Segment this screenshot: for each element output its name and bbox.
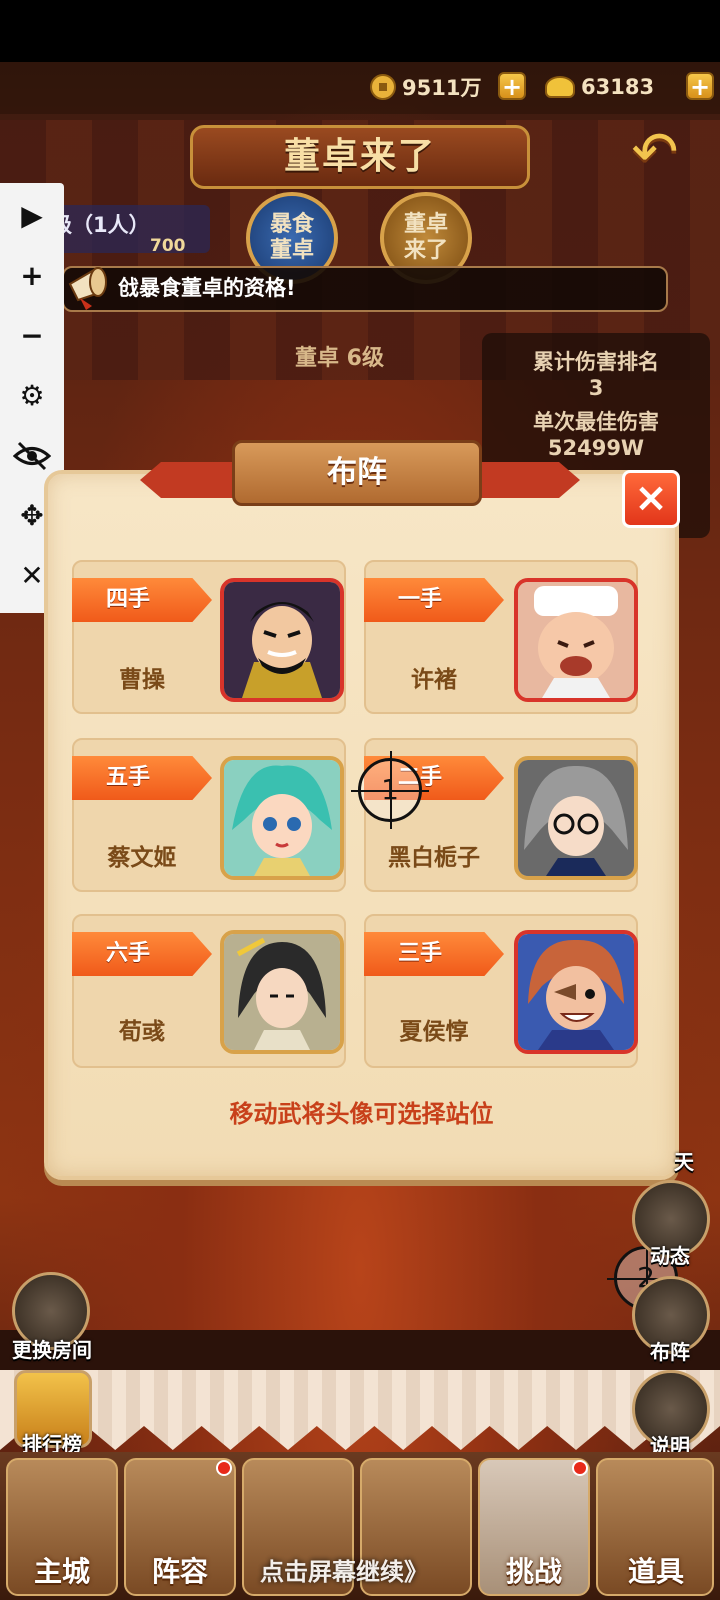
hero-portrait-caocao[interactable] [220, 578, 344, 702]
cumulative-damage-rank: 3 [588, 376, 604, 400]
change-room-label: 更换房间 [12, 1338, 92, 1362]
zoom-in-icon[interactable]: + [0, 246, 64, 306]
room-gold-amount: 700 [150, 236, 186, 256]
order-tag: 五手 [72, 756, 212, 800]
horn-icon [68, 267, 107, 310]
hero-name: 黑白栀子 [388, 845, 480, 871]
hero-portrait-xunyu[interactable] [220, 930, 344, 1054]
back-arrow-icon[interactable]: ↶ [620, 125, 690, 185]
hero-portrait-caiwenji[interactable] [220, 756, 344, 880]
gold-ingot-icon [545, 76, 575, 98]
coin-amount: 9511万 [402, 76, 482, 100]
nav-label: 道具 [627, 1555, 684, 1588]
coin-icon [370, 74, 396, 100]
settings-gear-icon[interactable]: ⚙ [0, 366, 64, 426]
dialog-title: 布阵 [327, 455, 387, 490]
boss-level: 董卓 6级 [295, 346, 384, 371]
add-coins-button[interactable]: + [498, 72, 526, 100]
hero-portrait-xuchu[interactable] [514, 578, 638, 702]
ingot-balance: 63183 [545, 72, 654, 102]
zoom-out-icon[interactable]: − [0, 306, 64, 366]
best-damage-value: 52499W [547, 436, 645, 460]
ingot-amount: 63183 [581, 75, 655, 99]
order-tag: 一手 [364, 578, 504, 622]
tap-to-continue-hint[interactable]: 点击屏幕继续》 [260, 1552, 460, 1587]
activity-label: 动态 [650, 1244, 690, 1268]
chat-label: 天 [674, 1150, 694, 1174]
hero-name: 蔡文姬 [107, 845, 177, 871]
cumulative-damage-label: 累计伤害排名 [533, 350, 659, 374]
nav-label: 主城 [33, 1555, 90, 1588]
hero-portrait-heibaizhizi[interactable] [514, 756, 638, 880]
formation-hint: 移动武将头像可选择站位 [229, 1100, 494, 1128]
hero-name: 荀彧 [119, 1019, 165, 1045]
status-bar [0, 0, 720, 62]
notification-dot [216, 1460, 232, 1476]
page-title: 董卓来了 [283, 136, 436, 177]
crosshair-marker-1[interactable]: 1 [351, 751, 429, 829]
hero-name: 夏侯惇 [399, 1019, 469, 1045]
order-tag: 三手 [364, 932, 504, 976]
hero-portrait-xiahoudun[interactable] [514, 930, 638, 1054]
hero-name: 曹操 [119, 667, 165, 693]
close-dialog-button[interactable]: × [622, 470, 680, 528]
order-tag: 四手 [72, 578, 212, 622]
table-edge [0, 1330, 720, 1370]
notification-dot [572, 1460, 588, 1476]
formation-label: 布阵 [650, 1340, 690, 1364]
hero-name: 许褚 [411, 667, 457, 693]
nav-label: 挑战 [505, 1555, 562, 1588]
nav-label: 阵容 [151, 1555, 208, 1588]
order-tag: 六手 [72, 932, 212, 976]
play-icon[interactable]: ▶ [0, 186, 64, 246]
notice-text: 戗暴食董卓的资格! [118, 276, 296, 300]
add-ingots-button[interactable]: + [686, 72, 714, 100]
best-damage-label: 单次最佳伤害 [533, 410, 659, 434]
coin-balance: 9511万 [370, 72, 481, 102]
